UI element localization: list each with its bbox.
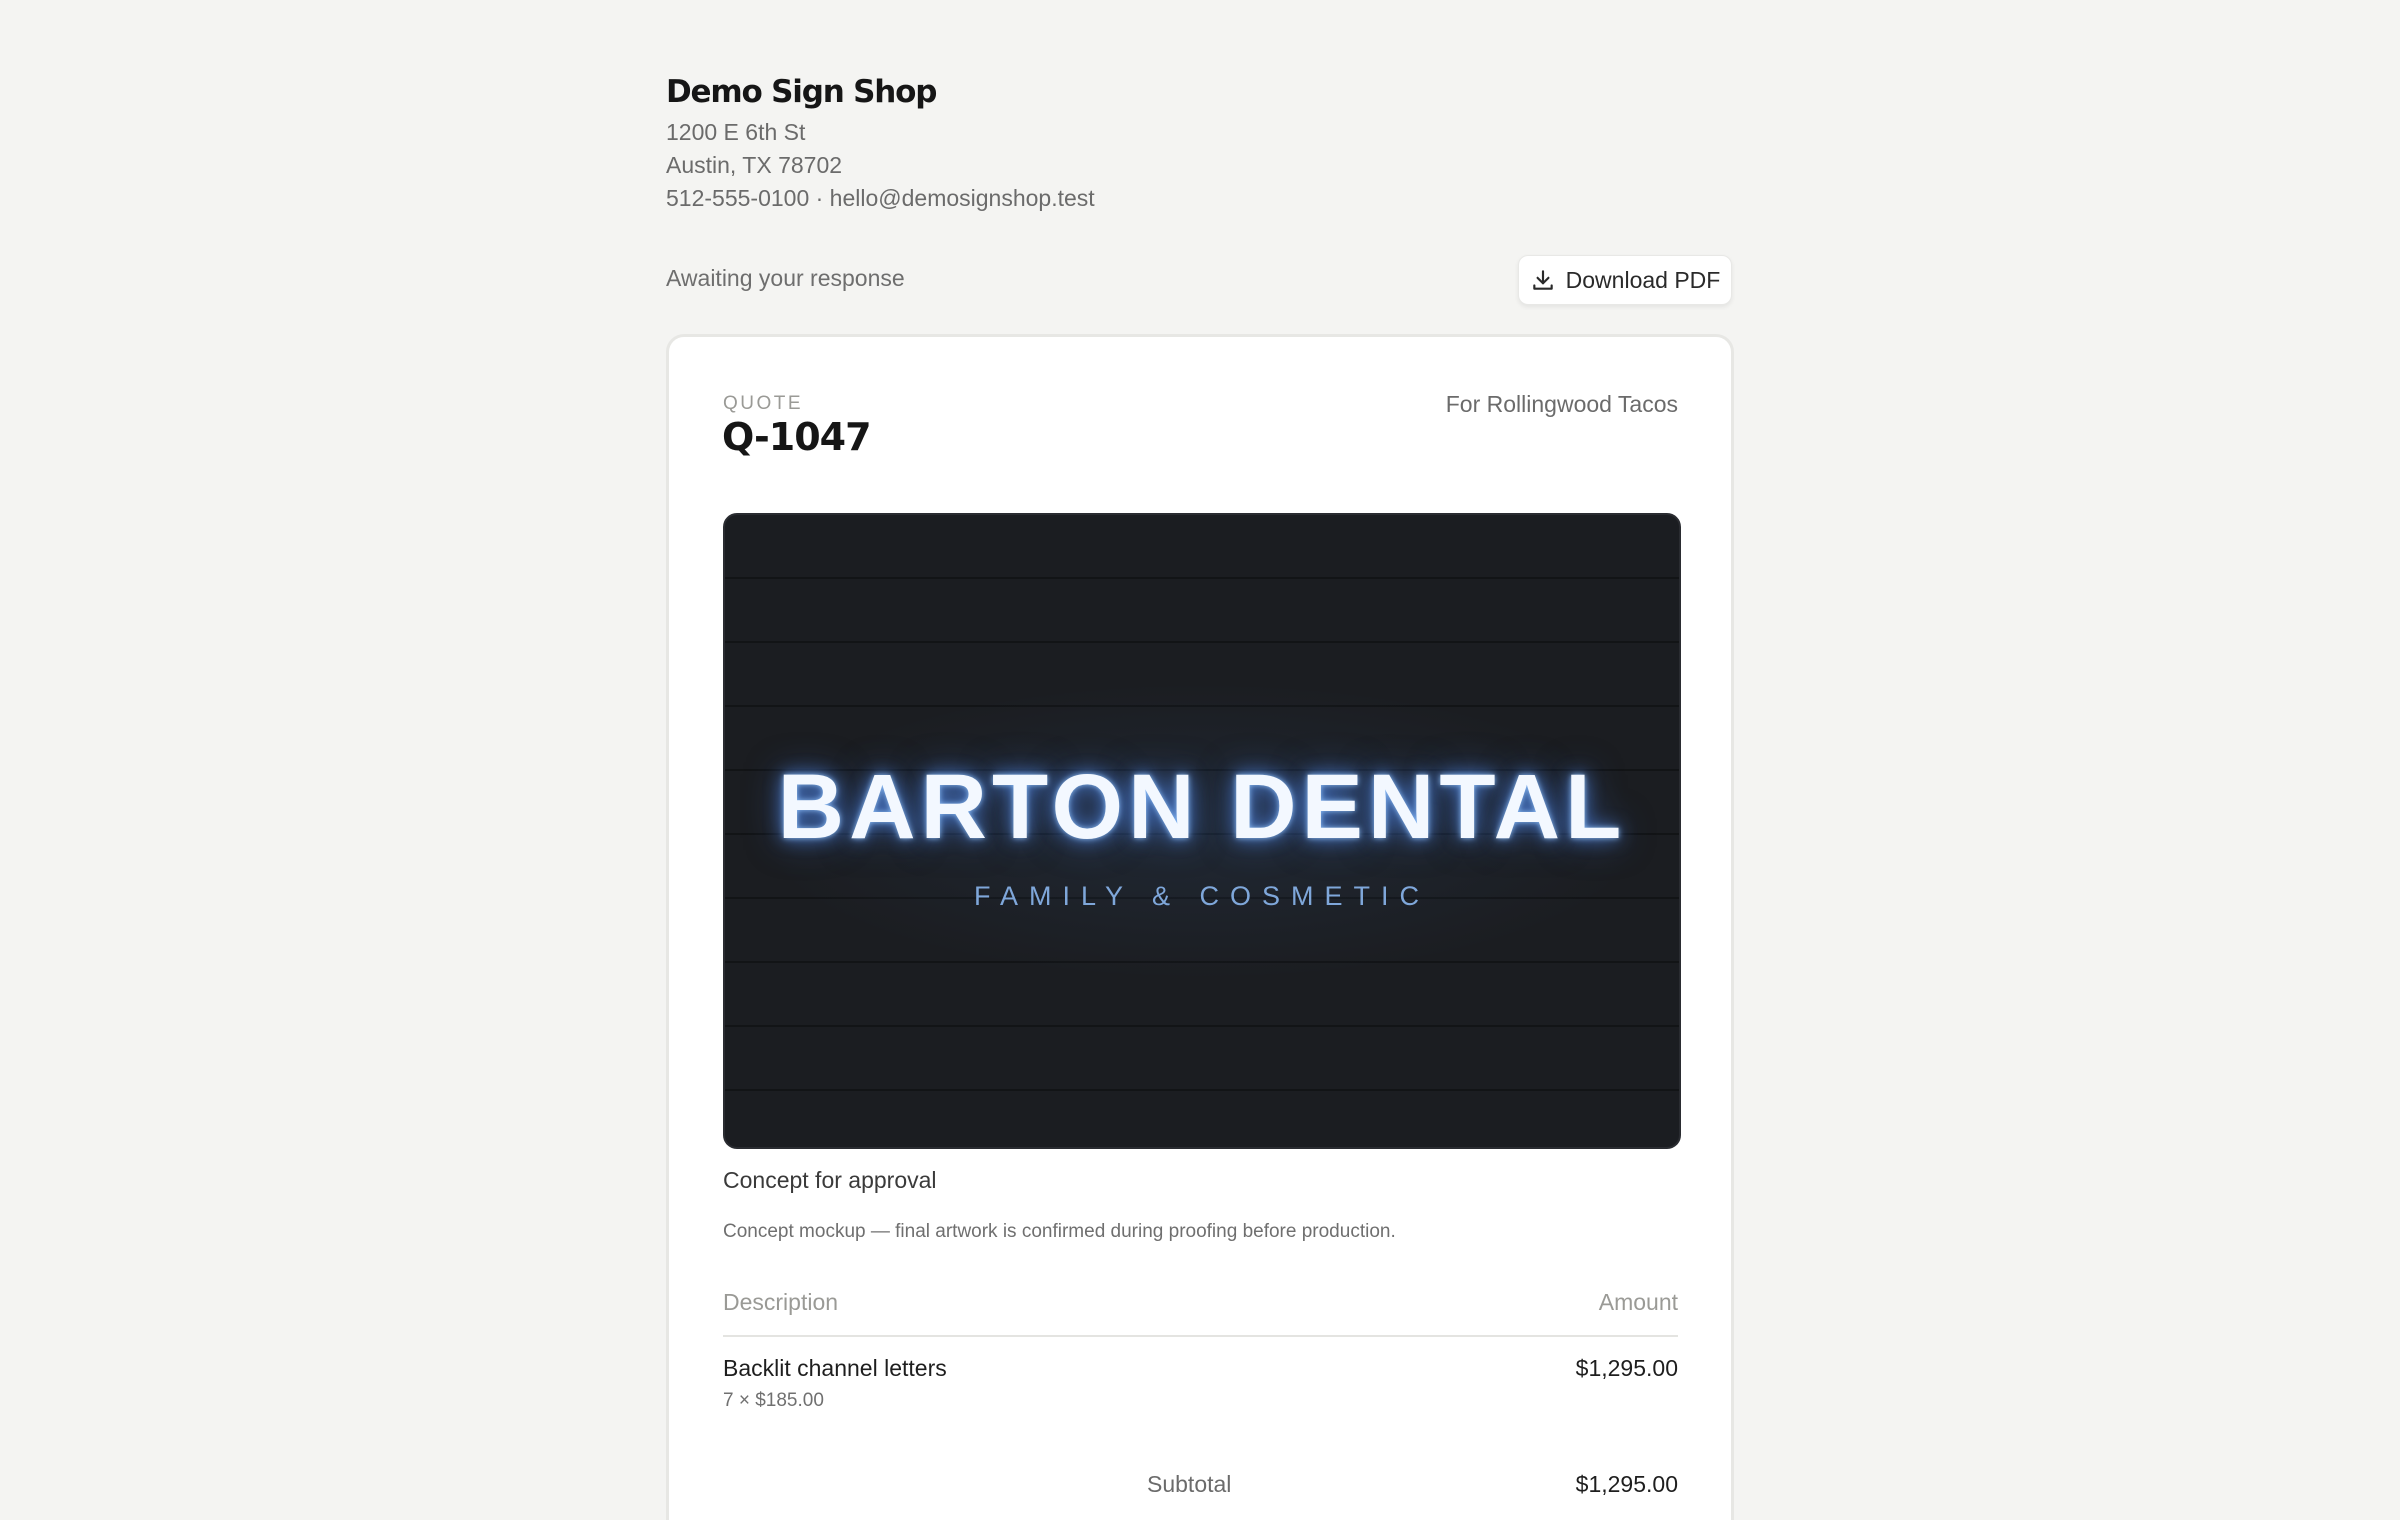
shop-contact: 512-555-0100 · hello@demosignshop.test <box>666 185 1095 211</box>
description-column-header: Description <box>723 1289 839 1315</box>
download-icon <box>1532 270 1553 290</box>
download-pdf-button[interactable]: Download PDF <box>1518 255 1732 305</box>
shop-address-line1: 1200 E 6th St <box>666 119 806 145</box>
quote-number: Q-1047 <box>722 415 872 459</box>
line-item-row: Backlit channel letters 7 × $185.00 $1,2… <box>723 1355 1678 1425</box>
line-item-amount: $1,295.00 <box>1575 1355 1678 1381</box>
totals: Subtotal $1,295.00 <box>1147 1471 1678 1505</box>
table-divider <box>723 1335 1678 1337</box>
subtotal-label: Subtotal <box>1147 1471 1232 1497</box>
shop-address-line2: Austin, TX 78702 <box>666 152 843 178</box>
quote-client: For Rollingwood Tacos <box>1445 391 1678 417</box>
download-pdf-label: Download PDF <box>1565 266 1721 293</box>
shop-info: Demo Sign Shop 1200 E 6th St Austin, TX … <box>666 68 1095 215</box>
line-item-description: Backlit channel letters <box>723 1355 947 1381</box>
quote-status: Awaiting your response <box>666 265 905 291</box>
line-items-header: Description Amount <box>723 1289 1678 1325</box>
sign-main-text: BARTON DENTAL <box>777 756 1627 858</box>
line-item-detail: 7 × $185.00 <box>723 1390 824 1411</box>
quote-card: QUOTE Q-1047 For Rollingwood Tacos BARTO… <box>666 334 1734 1520</box>
quote-page: Demo Sign Shop 1200 E 6th St Austin, TX … <box>666 0 1734 1520</box>
sign-mockup-image: BARTON DENTAL FAMILY & COSMETIC <box>723 513 1681 1149</box>
amount-column-header: Amount <box>1598 1289 1678 1315</box>
mockup-caption: Concept for approval <box>723 1167 937 1193</box>
mockup-note: Concept mockup — final artwork is confir… <box>723 1221 1396 1242</box>
subtotal-row: Subtotal $1,295.00 <box>1147 1471 1678 1505</box>
quote-label: QUOTE <box>723 393 804 414</box>
subtotal-value: $1,295.00 <box>1575 1471 1678 1497</box>
shop-name: Demo Sign Shop <box>666 74 937 110</box>
sign-sub-text: FAMILY & COSMETIC <box>973 881 1431 911</box>
